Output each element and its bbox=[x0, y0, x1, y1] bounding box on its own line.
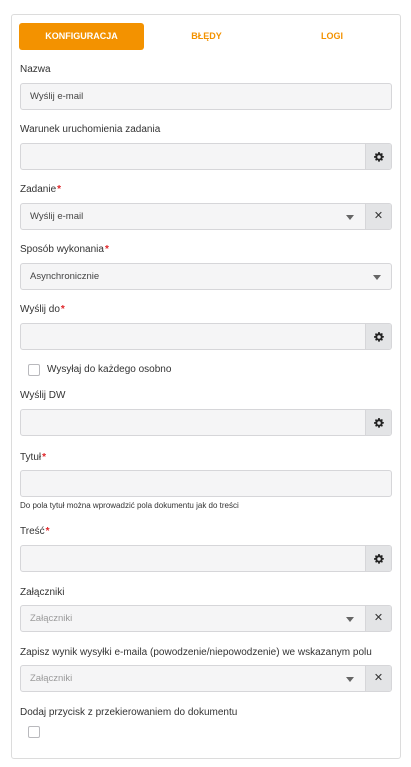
gear-icon bbox=[373, 151, 384, 162]
task-config-panel: KONFIGURACJA BŁĘDY LOGI Nazwa Wyślij e-m… bbox=[11, 14, 401, 759]
nazwa-value: Wyślij e-mail bbox=[30, 91, 84, 102]
wysylaj-osobno-checkbox[interactable] bbox=[28, 364, 40, 376]
required-marker: * bbox=[60, 304, 65, 315]
dodaj-przycisk-label: Dodaj przycisk z przekierowaniem do doku… bbox=[20, 707, 238, 718]
wyslij-dw-settings-button[interactable] bbox=[365, 410, 391, 435]
wyslij-do-label: Wyślij do* bbox=[20, 304, 65, 315]
required-marker: * bbox=[45, 526, 50, 537]
tresc-input[interactable] bbox=[20, 545, 392, 572]
close-icon: ✕ bbox=[373, 612, 384, 624]
zalaczniki-clear-button[interactable]: ✕ bbox=[365, 606, 391, 631]
wyslij-dw-label: Wyślij DW bbox=[20, 390, 66, 401]
wyslij-do-settings-button[interactable] bbox=[365, 324, 391, 349]
nazwa-input[interactable]: Wyślij e-mail bbox=[20, 83, 392, 110]
caret-down-icon bbox=[346, 617, 354, 622]
sposob-select[interactable]: Asynchronicznie bbox=[20, 263, 392, 290]
tab-logi[interactable]: LOGI bbox=[269, 23, 395, 50]
zalaczniki-select[interactable]: Załączniki ✕ bbox=[20, 605, 392, 632]
wyslij-dw-input[interactable] bbox=[20, 409, 392, 436]
zadanie-value: Wyślij e-mail bbox=[30, 211, 84, 222]
zadanie-label: Zadanie* bbox=[20, 184, 62, 195]
required-marker: * bbox=[42, 452, 47, 463]
tab-bledy[interactable]: BŁĘDY bbox=[144, 23, 269, 50]
close-icon: ✕ bbox=[373, 210, 384, 222]
zapisz-wynik-label: Zapisz wynik wysyłki e-maila (powodzenie… bbox=[20, 647, 372, 658]
sposob-label: Sposób wykonania* bbox=[20, 244, 109, 255]
zadanie-clear-button[interactable]: ✕ bbox=[365, 204, 391, 229]
warunek-settings-button[interactable] bbox=[365, 144, 391, 169]
zapisz-wynik-clear-button[interactable]: ✕ bbox=[365, 666, 391, 691]
zalaczniki-placeholder: Załączniki bbox=[30, 613, 73, 624]
tresc-settings-button[interactable] bbox=[365, 546, 391, 571]
zapisz-wynik-placeholder: Załączniki bbox=[30, 673, 73, 684]
tytul-input[interactable] bbox=[20, 470, 392, 497]
caret-down-icon bbox=[373, 275, 381, 280]
tab-konfiguracja[interactable]: KONFIGURACJA bbox=[19, 23, 144, 50]
gear-icon bbox=[373, 417, 384, 428]
close-icon: ✕ bbox=[373, 672, 384, 684]
wyslij-do-input[interactable] bbox=[20, 323, 392, 350]
required-marker: * bbox=[104, 244, 109, 255]
zalaczniki-label: Załączniki bbox=[20, 587, 65, 598]
zapisz-wynik-select[interactable]: Załączniki ✕ bbox=[20, 665, 392, 692]
warunek-label: Warunek uruchomienia zadania bbox=[20, 124, 161, 135]
caret-down-icon bbox=[346, 677, 354, 682]
sposob-value: Asynchronicznie bbox=[30, 271, 100, 282]
dodaj-przycisk-checkbox[interactable] bbox=[28, 726, 40, 738]
gear-icon bbox=[373, 331, 384, 342]
caret-down-icon bbox=[346, 215, 354, 220]
tresc-label: Treść* bbox=[20, 526, 50, 537]
zadanie-select[interactable]: Wyślij e-mail ✕ bbox=[20, 203, 392, 230]
warunek-input[interactable] bbox=[20, 143, 392, 170]
wysylaj-osobno-label: Wysyłaj do każdego osobno bbox=[47, 364, 172, 375]
gear-icon bbox=[373, 553, 384, 564]
tab-bar: KONFIGURACJA BŁĘDY LOGI bbox=[19, 23, 395, 50]
required-marker: * bbox=[57, 184, 62, 195]
tytul-label: Tytuł* bbox=[20, 452, 47, 463]
tytul-hint: Do pola tytuł można wprowadzić pola doku… bbox=[20, 501, 239, 510]
nazwa-label: Nazwa bbox=[20, 64, 51, 75]
